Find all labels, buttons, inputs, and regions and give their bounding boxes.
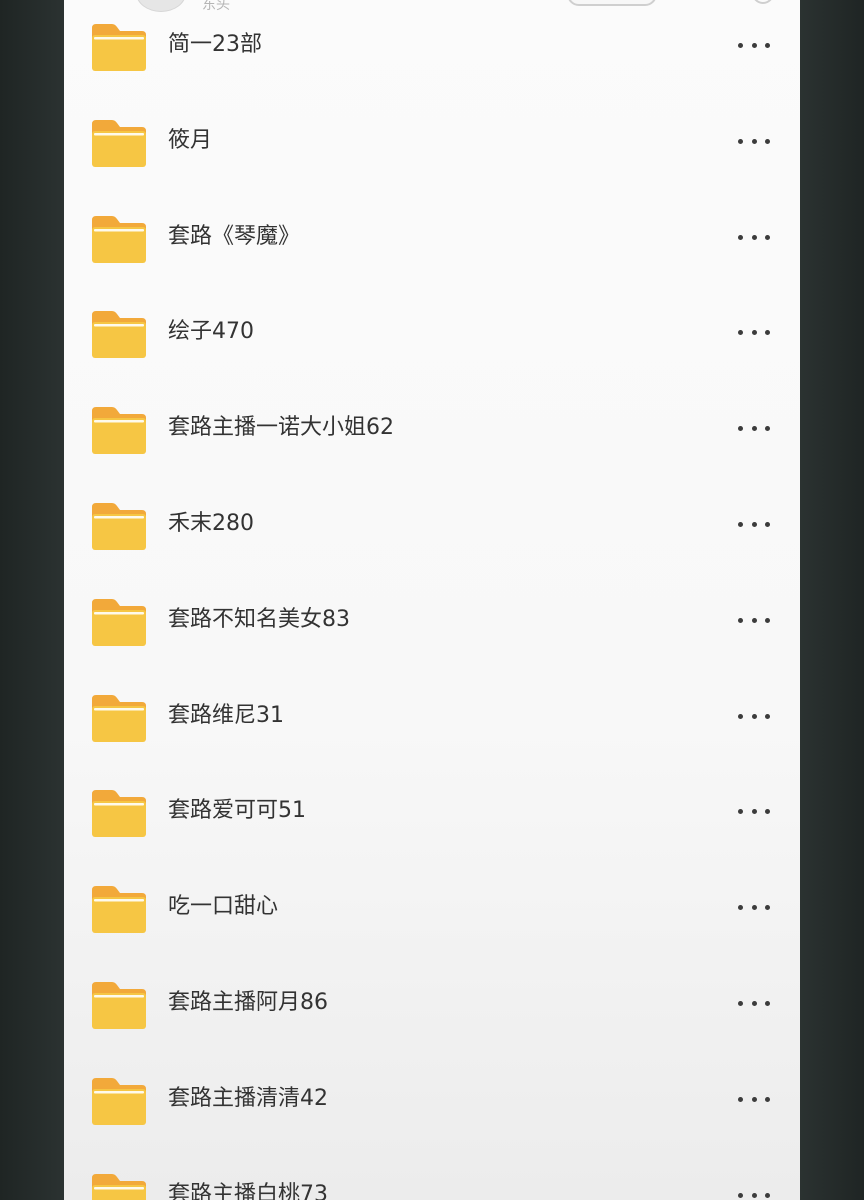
folder-name: 筱月	[168, 128, 213, 153]
folder-icon	[90, 22, 148, 72]
folder-name: 简一23部	[168, 32, 262, 57]
more-options-icon[interactable]	[738, 709, 770, 723]
folder-icon	[90, 309, 148, 359]
folder-icon	[90, 501, 148, 551]
more-options-icon[interactable]	[738, 1188, 770, 1200]
folder-icon	[90, 597, 148, 647]
more-options-icon[interactable]	[738, 230, 770, 244]
folder-icon	[90, 980, 148, 1030]
folder-row[interactable]: 套路主播一诺大小姐62	[64, 380, 800, 476]
folder-name: 套路维尼31	[168, 703, 284, 728]
folder-row[interactable]: 吃一口甜心	[64, 859, 800, 955]
folder-icon	[90, 788, 148, 838]
folder-name: 套路主播白桃73	[168, 1182, 328, 1200]
folder-name: 套路主播阿月86	[168, 990, 328, 1015]
more-options-icon[interactable]	[738, 1092, 770, 1106]
folder-name: 套路主播一诺大小姐62	[168, 415, 394, 440]
folder-icon	[90, 214, 148, 264]
folder-name: 禾末280	[168, 511, 254, 536]
folder-row[interactable]: 绘子470	[64, 284, 800, 380]
more-options-icon[interactable]	[738, 900, 770, 914]
more-options-icon[interactable]	[738, 325, 770, 339]
folder-row[interactable]: 套路维尼31	[64, 668, 800, 764]
more-options-icon[interactable]	[738, 38, 770, 52]
more-options-icon[interactable]	[738, 421, 770, 435]
background-left	[0, 0, 64, 1200]
more-options-icon[interactable]	[738, 517, 770, 531]
more-options-icon[interactable]	[738, 804, 770, 818]
folder-row[interactable]: 套路主播阿月86	[64, 955, 800, 1051]
folder-row[interactable]: 筱月	[64, 93, 800, 189]
folder-icon	[90, 693, 148, 743]
file-list-screen: 东头 简一23部 筱月 套路《琴魔》 绘子470 套路主播一诺大小姐62 禾末280 套路不…	[64, 0, 800, 1200]
folder-row[interactable]: 套路《琴魔》	[64, 189, 800, 285]
more-options-icon[interactable]	[738, 134, 770, 148]
folder-name: 套路《琴魔》	[168, 224, 301, 249]
folder-icon	[90, 884, 148, 934]
folder-name: 吃一口甜心	[168, 894, 279, 919]
background-right	[800, 0, 864, 1200]
folder-icon	[90, 1172, 148, 1200]
folder-name: 绘子470	[168, 319, 254, 344]
folder-row[interactable]: 禾末280	[64, 476, 800, 572]
folder-icon	[90, 118, 148, 168]
more-options-icon[interactable]	[738, 613, 770, 627]
folder-row[interactable]: 套路主播白桃73	[64, 1147, 800, 1200]
folder-icon	[90, 1076, 148, 1126]
folder-row[interactable]: 套路主播清清42	[64, 1051, 800, 1147]
more-options-icon[interactable]	[738, 996, 770, 1010]
folder-name: 套路主播清清42	[168, 1086, 328, 1111]
folder-name: 套路不知名美女83	[168, 607, 350, 632]
folder-row[interactable]: 套路爱可可51	[64, 763, 800, 859]
folder-row[interactable]: 简一23部	[64, 0, 800, 93]
folder-row[interactable]: 套路不知名美女83	[64, 572, 800, 668]
folder-name: 套路爱可可51	[168, 798, 306, 823]
folder-icon	[90, 405, 148, 455]
